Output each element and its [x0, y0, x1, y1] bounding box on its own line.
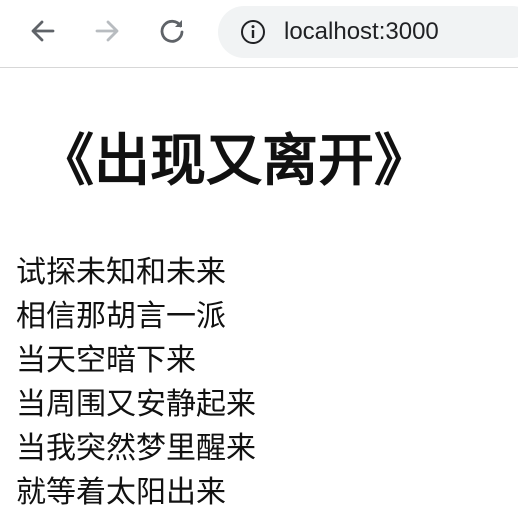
reload-icon [160, 19, 184, 43]
back-button[interactable] [26, 14, 60, 48]
poem-line: 相信那胡言一派 [16, 299, 226, 334]
reload-button[interactable] [155, 14, 189, 48]
poem-line: 当周围又安静起来 [16, 387, 256, 422]
poem-line: 当天空暗下来 [16, 343, 196, 378]
info-circle-icon[interactable] [240, 19, 266, 45]
browser-toolbar: localhost:3000 [0, 0, 518, 68]
poem-line: 就等着太阳出来 [16, 475, 226, 510]
arrow-right-icon [95, 20, 119, 42]
poem-line: 当我突然梦里醒来 [16, 431, 256, 466]
page-content: 《出现又离开》 试探未知和未来 相信那胡言一派 当天空暗下来 当周围又安静起来 … [0, 68, 518, 516]
forward-button[interactable] [90, 14, 124, 48]
address-bar[interactable]: localhost:3000 [218, 6, 518, 58]
url-text[interactable]: localhost:3000 [284, 18, 439, 46]
poem-lines: 试探未知和未来 相信那胡言一派 当天空暗下来 当周围又安静起来 当我突然梦里醒来… [16, 251, 256, 515]
poem-line: 试探未知和未来 [16, 255, 226, 290]
arrow-left-icon [31, 20, 55, 42]
page-title: 《出现又离开》 [38, 128, 430, 194]
